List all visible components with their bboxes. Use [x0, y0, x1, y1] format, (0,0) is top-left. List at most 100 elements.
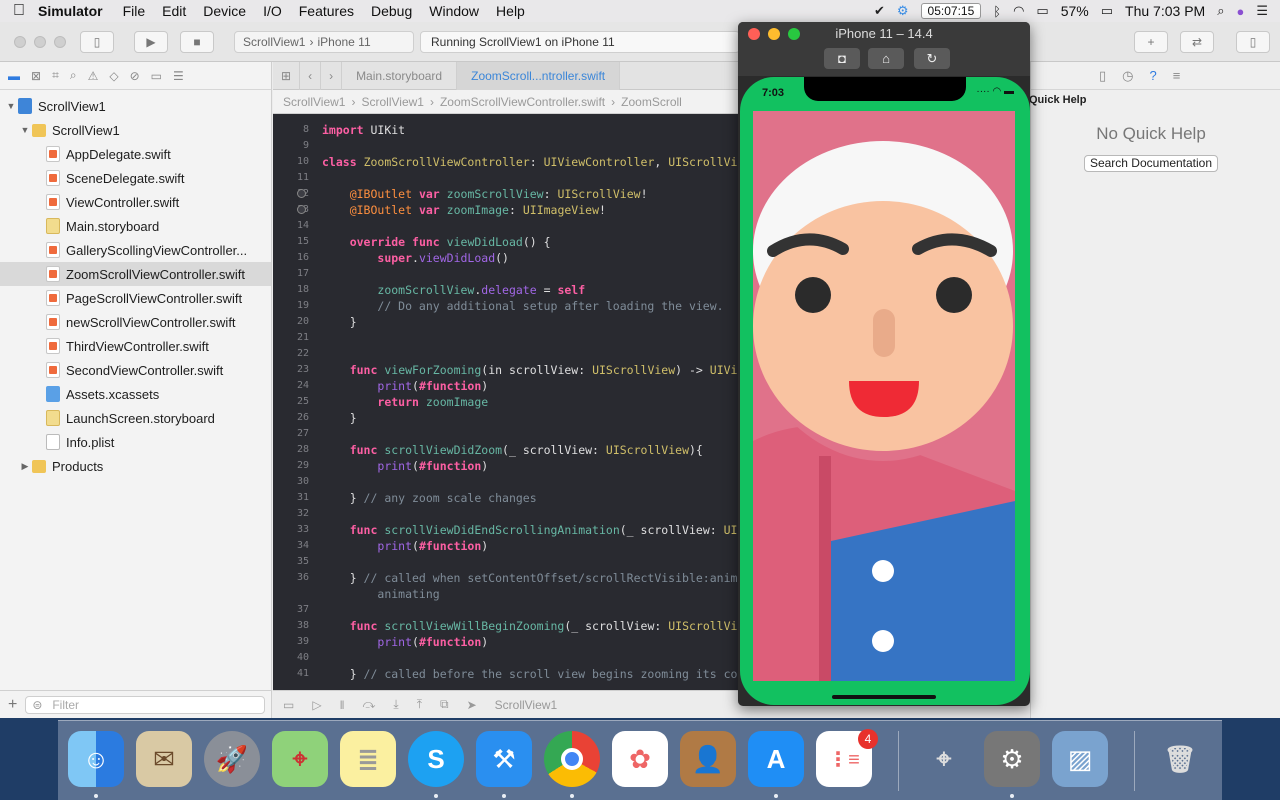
line-number[interactable]: 41: [273, 666, 309, 682]
line-number[interactable]: 35: [273, 554, 309, 570]
zoom-window-button[interactable]: [54, 36, 66, 48]
timer-status[interactable]: 05:07:15: [920, 3, 982, 19]
iphone-screen[interactable]: 7:03 ···· ◠ ▬: [740, 77, 1030, 705]
line-number[interactable]: 21: [273, 330, 309, 346]
line-number[interactable]: 40: [273, 650, 309, 666]
navigator-item[interactable]: GallerySc­ollingViewController...: [0, 238, 271, 262]
navigator-item[interactable]: PageScrollViewController.swift: [0, 286, 271, 310]
back-icon[interactable]: ‹: [300, 61, 322, 90]
breakpoint-icon[interactable]: ▭: [151, 69, 162, 83]
step-over-icon[interactable]: ⤼: [363, 697, 376, 712]
line-number[interactable]: 28: [273, 442, 309, 458]
navigator-item[interactable]: Info.plist: [0, 430, 271, 454]
line-number[interactable]: 16: [273, 250, 309, 266]
line-number[interactable]: 32: [273, 506, 309, 522]
instruments-icon[interactable]: ⌖: [916, 731, 972, 787]
line-number[interactable]: 11: [273, 170, 309, 186]
navigator-item[interactable]: ▼ ScrollView1: [0, 118, 271, 142]
wifi-icon[interactable]: ◠: [1013, 3, 1024, 19]
bluetooth-icon[interactable]: ᛒ: [993, 4, 1001, 19]
toggle-navigator-button[interactable]: ▯: [80, 31, 114, 53]
location-icon[interactable]: ➤: [467, 698, 477, 712]
scheme-selector[interactable]: ScrollView1 › iPhone 11: [234, 31, 414, 53]
jumpbar-item[interactable]: ZoomScroll: [621, 95, 682, 109]
navigator-item[interactable]: SceneDelegate.swift: [0, 166, 271, 190]
code-review-button[interactable]: ⇄: [1180, 31, 1214, 53]
xcode-icon[interactable]: ⚒: [476, 731, 532, 787]
menu-edit[interactable]: Edit: [162, 3, 186, 19]
menu-debug[interactable]: Debug: [371, 3, 412, 19]
code-area[interactable]: 8 import UIKit 9 10 class ZoomScrollViewCont…: [273, 114, 738, 690]
notes-icon[interactable]: ≣: [340, 731, 396, 787]
notification-center-icon[interactable]: ☰: [1256, 3, 1268, 19]
line-number[interactable]: 10: [273, 154, 309, 170]
chrome-icon[interactable]: [544, 731, 600, 787]
disclosure-triangle-icon[interactable]: ▼: [4, 101, 18, 111]
line-number[interactable]: 31: [273, 490, 309, 506]
step-out-icon[interactable]: ⤒: [417, 697, 422, 712]
debug-icon[interactable]: ⊘: [130, 69, 140, 83]
disclosure-triangle-icon[interactable]: ▼: [18, 125, 32, 135]
line-number[interactable]: 33: [273, 522, 309, 538]
editor-grid-icon[interactable]: ⊞: [273, 61, 301, 90]
finder-icon[interactable]: ☺: [68, 731, 124, 787]
navigator-item[interactable]: Assets.xcassets: [0, 382, 271, 406]
navigator-item[interactable]: ▶ Products: [0, 454, 271, 478]
jumpbar-item[interactable]: ScrollView1: [283, 95, 345, 109]
outlet-connection-icon[interactable]: [297, 205, 306, 214]
photos-icon[interactable]: ✿: [612, 731, 668, 787]
line-number[interactable]: 9: [273, 138, 309, 154]
forward-icon[interactable]: ›: [321, 61, 343, 90]
stop-button[interactable]: ■: [180, 31, 214, 53]
line-number[interactable]: 39: [273, 634, 309, 650]
folder-icon[interactable]: ▬: [8, 69, 20, 83]
outlet-connection-icon[interactable]: [297, 189, 306, 198]
quick-help-icon[interactable]: ?: [1150, 68, 1157, 83]
navigator-item[interactable]: SecondViewController.swift: [0, 358, 271, 382]
line-number[interactable]: 38: [273, 618, 309, 634]
navigator-item[interactable]: ▼ ScrollView1: [0, 94, 271, 118]
history-inspector-icon[interactable]: ◷: [1122, 68, 1133, 84]
line-number[interactable]: 24: [273, 378, 309, 394]
mail-icon[interactable]: ✉: [136, 731, 192, 787]
menu-device[interactable]: Device: [203, 3, 246, 19]
line-number[interactable]: 37: [273, 602, 309, 618]
spotlight-search-icon[interactable]: ⌕: [1217, 3, 1224, 19]
menu-features[interactable]: Features: [299, 3, 354, 19]
battery-icon[interactable]: ▭: [1101, 3, 1113, 19]
user-avatar-icon[interactable]: ●: [1236, 4, 1244, 19]
jumpbar-item[interactable]: ZoomScrollViewController.swift: [440, 95, 605, 109]
breakpoints-toggle-icon[interactable]: ▷: [312, 698, 321, 712]
line-number[interactable]: 22: [273, 346, 309, 362]
line-number[interactable]: 23: [273, 362, 309, 378]
file-inspector-icon[interactable]: ▯: [1099, 68, 1106, 84]
hide-debug-area-icon[interactable]: ▭: [283, 698, 294, 712]
search-documentation-button[interactable]: Search Documentation: [1084, 155, 1218, 172]
datetime[interactable]: Thu 7:03 PM: [1125, 3, 1205, 19]
launchpad-icon[interactable]: 🚀: [204, 731, 260, 787]
run-button[interactable]: ▶: [134, 31, 168, 53]
jumpbar-item[interactable]: ScrollView1: [361, 95, 423, 109]
navigator-item[interactable]: ViewController.swift: [0, 190, 271, 214]
line-number[interactable]: 18: [273, 282, 309, 298]
menu-help[interactable]: Help: [496, 3, 525, 19]
toggle-inspector-button[interactable]: ▯: [1236, 31, 1270, 53]
airplay-icon[interactable]: ▭: [1036, 3, 1048, 19]
zoom-image-view[interactable]: [753, 111, 1015, 681]
attributes-inspector-icon[interactable]: ≡: [1173, 68, 1181, 83]
checkmark-status-icon[interactable]: ✔: [874, 3, 885, 19]
home-indicator[interactable]: [832, 695, 936, 699]
disclosure-triangle-icon[interactable]: ▶: [18, 461, 32, 472]
navigator-item[interactable]: LaunchScreen.storyboard: [0, 406, 271, 430]
report-icon[interactable]: ☰: [173, 69, 184, 83]
library-plus-button[interactable]: +: [1134, 31, 1168, 53]
search-icon[interactable]: ⌕: [70, 68, 77, 83]
line-number[interactable]: 27: [273, 426, 309, 442]
gear-status-icon[interactable]: ⚙: [897, 3, 909, 19]
app-menu[interactable]: Simulator: [38, 3, 103, 19]
symbol-icon[interactable]: ⌗: [52, 68, 59, 83]
warning-icon[interactable]: ⚠: [88, 69, 99, 83]
line-number[interactable]: 29: [273, 458, 309, 474]
rotate-button[interactable]: ↻: [914, 48, 950, 69]
line-number[interactable]: 20: [273, 314, 309, 330]
